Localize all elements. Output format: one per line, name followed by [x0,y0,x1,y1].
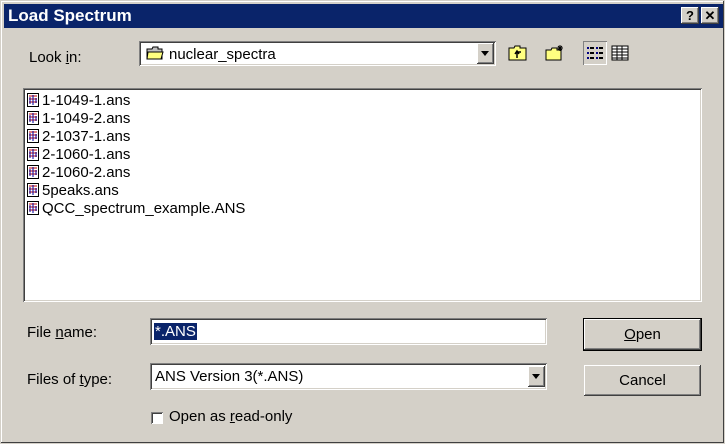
file-type-value: ANS Version 3(*.ANS) [155,368,304,385]
title-bar[interactable]: Load Spectrum ? ✕ [4,4,723,28]
file-icon [27,129,39,144]
file-type-select[interactable]: ANS Version 3(*.ANS) [150,363,547,390]
up-one-level-icon [508,44,528,67]
cancel-button[interactable]: Cancel [584,365,701,396]
read-only-checkbox[interactable] [151,412,163,424]
file-name-input[interactable]: *.ANS [150,318,547,345]
look-in-dropdown-button[interactable] [477,43,494,64]
file-icon [27,111,39,126]
close-button[interactable]: ✕ [701,7,719,24]
file-list[interactable]: 1-1049-1.ans 1-1049-2.ans 2-1037-1.ans 2… [23,88,702,302]
details-view-button[interactable] [608,41,632,65]
list-view-button[interactable] [583,41,607,65]
list-view-icon [586,45,604,66]
list-item[interactable]: 2-1060-2.ans [27,164,130,182]
details-view-icon [611,45,629,66]
look-in-label: Look in: [29,49,82,66]
new-folder-icon [545,44,565,67]
up-one-level-button[interactable] [506,41,530,65]
file-icon [27,201,39,216]
file-icon [27,93,39,108]
list-item[interactable]: 2-1037-1.ans [27,128,130,146]
file-name-value: *.ANS [154,323,197,340]
create-new-folder-button[interactable] [543,41,567,65]
list-item[interactable]: 1-1049-2.ans [27,110,130,128]
load-spectrum-dialog: Load Spectrum ? ✕ Look in: nuclear_spect… [0,0,725,444]
close-icon: ✕ [704,8,716,23]
list-item[interactable]: 2-1060-1.ans [27,146,130,164]
list-item[interactable]: 1-1049-1.ans [27,92,130,110]
file-icon [27,165,39,180]
file-type-dropdown-button[interactable] [528,366,545,387]
list-item[interactable]: QCC_spectrum_example.ANS [27,200,245,218]
folder-icon [146,46,164,65]
file-icon [27,147,39,162]
help-button[interactable]: ? [681,7,699,24]
open-button[interactable]: Open [583,318,702,351]
look-in-combo[interactable]: nuclear_spectra [139,41,496,66]
look-in-value: nuclear_spectra [169,46,276,63]
list-item[interactable]: 5peaks.ans [27,182,119,200]
window-title: Load Spectrum [8,6,132,25]
file-name-label: File name: [27,324,98,341]
file-type-label: Files of type: [27,371,113,388]
read-only-label[interactable]: Open as read-only [169,408,292,425]
file-icon [27,183,39,198]
